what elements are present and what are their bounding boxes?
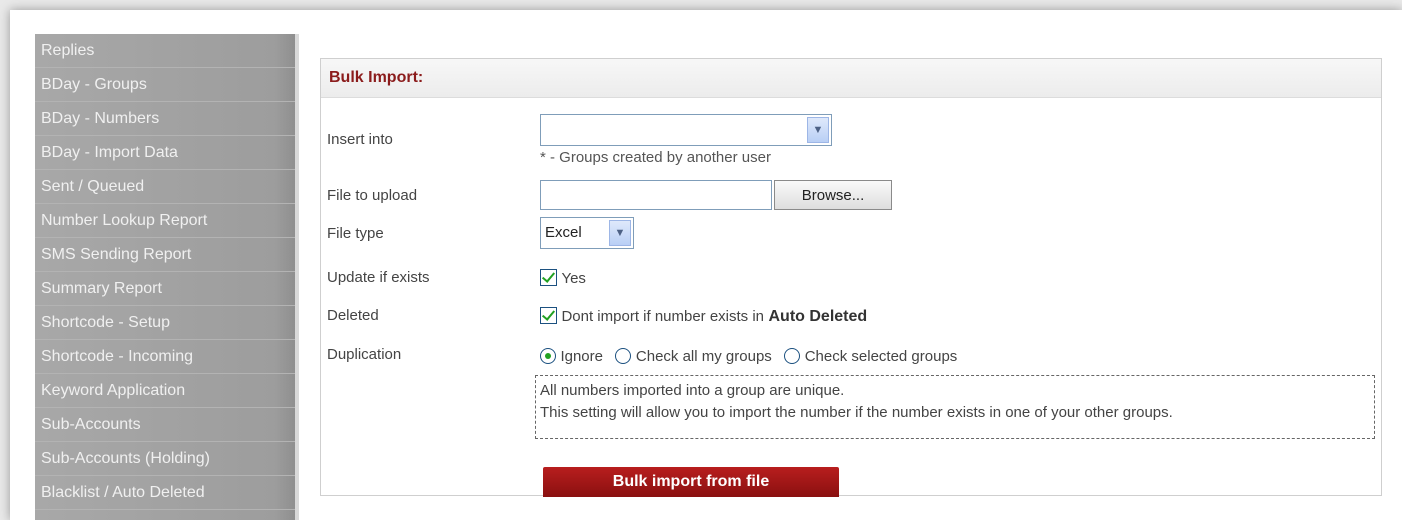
auto-deleted-label: Auto Deleted bbox=[768, 308, 868, 325]
sidebar-item-bday-import-data[interactable]: BDay - Import Data bbox=[35, 136, 295, 170]
browse-button[interactable]: Browse... bbox=[774, 180, 892, 210]
insert-into-field: ▼ * - Groups created by another user bbox=[540, 114, 832, 166]
chevron-down-icon[interactable]: ▼ bbox=[609, 220, 631, 246]
insert-into-hint: * - Groups created by another user bbox=[540, 149, 771, 166]
check-all-groups-radio[interactable] bbox=[615, 348, 632, 364]
file-to-upload-label: File to upload bbox=[327, 187, 418, 204]
sidebar-divider bbox=[295, 34, 299, 520]
check-all-groups-label: Check all my groups bbox=[635, 348, 772, 365]
ignore-radio-label: Ignore bbox=[560, 348, 603, 365]
dont-import-deleted-label: Dont import if number exists in bbox=[561, 308, 765, 325]
sidebar-nav: Replies BDay - Groups BDay - Numbers BDa… bbox=[35, 34, 295, 520]
sidebar-item-blacklist-auto-deleted[interactable]: Blacklist / Auto Deleted bbox=[35, 476, 295, 510]
duplication-label: Duplication bbox=[327, 346, 402, 363]
sidebar-item-shortcode-incoming[interactable]: Shortcode - Incoming bbox=[35, 340, 295, 374]
sidebar-item-number-lookup-report[interactable]: Number Lookup Report bbox=[35, 204, 295, 238]
file-type-label: File type bbox=[327, 225, 384, 242]
sidebar-item-sub-accounts[interactable]: Sub-Accounts bbox=[35, 408, 295, 442]
sidebar-item-bday-numbers[interactable]: BDay - Numbers bbox=[35, 102, 295, 136]
app-window: Replies BDay - Groups BDay - Numbers BDa… bbox=[10, 10, 1402, 520]
note-line-2: This setting will allow you to import th… bbox=[540, 404, 1173, 421]
deleted-field: Dont import if number exists in Auto Del… bbox=[540, 307, 867, 326]
sidebar-item-bday-groups[interactable]: BDay - Groups bbox=[35, 68, 295, 102]
file-type-field: Excel ▼ bbox=[540, 217, 634, 249]
deleted-label: Deleted bbox=[327, 307, 379, 324]
sidebar-item-shortcode-setup[interactable]: Shortcode - Setup bbox=[35, 306, 295, 340]
insert-into-select[interactable]: ▼ bbox=[540, 114, 832, 146]
bulk-import-button[interactable]: Bulk import from file bbox=[543, 467, 839, 497]
bulk-import-panel: Bulk Import: Insert into ▼ * - Groups cr… bbox=[320, 58, 1382, 497]
file-path-input[interactable] bbox=[540, 180, 772, 210]
panel-title: Bulk Import: bbox=[321, 59, 1381, 98]
update-if-exists-field: Yes bbox=[540, 269, 586, 288]
sidebar-item-sms-sending-report[interactable]: SMS Sending Report bbox=[35, 238, 295, 272]
sidebar-item-sent-queued[interactable]: Sent / Queued bbox=[35, 170, 295, 204]
sidebar-item-replies[interactable]: Replies bbox=[35, 34, 295, 68]
update-yes-checkbox[interactable] bbox=[540, 269, 557, 286]
update-if-exists-label: Update if exists bbox=[327, 269, 430, 286]
sidebar-item-keyword-application[interactable]: Keyword Application bbox=[35, 374, 295, 408]
sidebar-item-sub-accounts-holding[interactable]: Sub-Accounts (Holding) bbox=[35, 442, 295, 476]
duplication-note: All numbers imported into a group are un… bbox=[535, 375, 1375, 439]
ignore-radio[interactable] bbox=[540, 348, 556, 364]
file-type-select[interactable]: Excel ▼ bbox=[540, 217, 634, 249]
update-yes-label: Yes bbox=[561, 270, 586, 287]
check-selected-groups-label: Check selected groups bbox=[804, 348, 958, 365]
file-upload-field: Browse... bbox=[540, 180, 892, 210]
insert-into-label: Insert into bbox=[327, 131, 393, 148]
duplication-field: Ignore Check all my groups Check selecte… bbox=[540, 348, 957, 366]
chevron-down-icon[interactable]: ▼ bbox=[807, 117, 829, 143]
check-selected-groups-radio[interactable] bbox=[784, 348, 801, 364]
file-type-value: Excel bbox=[545, 224, 582, 241]
sidebar-item-summary-report[interactable]: Summary Report bbox=[35, 272, 295, 306]
note-line-1: All numbers imported into a group are un… bbox=[540, 382, 845, 399]
dont-import-deleted-checkbox[interactable] bbox=[540, 307, 557, 324]
